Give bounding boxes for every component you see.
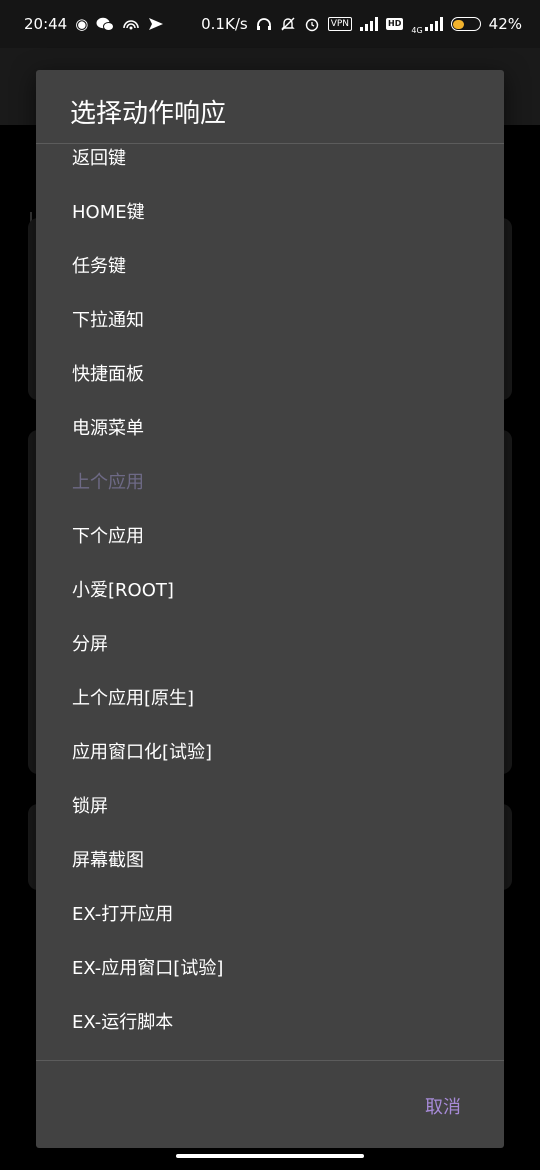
option-item[interactable]: 分屏 xyxy=(36,616,504,670)
cancel-button[interactable]: 取消 xyxy=(410,1088,476,1124)
option-label: EX-应用窗口[试验] xyxy=(72,958,224,979)
option-item[interactable]: 屏幕截图 xyxy=(36,832,504,886)
send-icon xyxy=(148,17,164,31)
option-item[interactable]: 小爱[ROOT] xyxy=(36,562,504,616)
option-label: 电源菜单 xyxy=(72,418,144,439)
option-label: 分屏 xyxy=(72,634,108,655)
status-bar: 20:44 ◉ 0.1K/s VPN HD 4G 42% xyxy=(0,0,540,48)
option-label: 任务键 xyxy=(72,256,126,277)
hd-badge: HD xyxy=(386,18,404,30)
select-action-dialog: 选择动作响应 返回键 HOME键任务键下拉通知快捷面板电源菜单上个应用下个应用小爱… xyxy=(36,70,504,1148)
option-label: 锁屏 xyxy=(72,796,108,817)
option-item[interactable]: 上个应用[原生] xyxy=(36,670,504,724)
dialog-title: 选择动作响应 xyxy=(70,99,227,129)
option-item[interactable]: 任务键 xyxy=(36,238,504,292)
wechat-icon xyxy=(96,17,115,32)
option-item[interactable]: 快捷面板 xyxy=(36,346,504,400)
option-label: HOME键 xyxy=(72,202,145,223)
status-bar-left: 20:44 ◉ xyxy=(24,15,164,33)
weibo-icon: ◉ xyxy=(75,14,89,33)
option-label: 屏幕截图 xyxy=(72,850,144,871)
signal-icon xyxy=(360,17,379,31)
hotspot-icon xyxy=(122,17,140,31)
option-label: 上个应用 xyxy=(72,472,144,493)
option-label: EX-打开应用 xyxy=(72,904,174,925)
battery-fill xyxy=(453,19,464,29)
option-label: 应用窗口化[试验] xyxy=(72,742,213,763)
vpn-badge: VPN xyxy=(327,17,353,31)
option-item[interactable]: EX-打开应用 xyxy=(36,886,504,940)
headphones-icon xyxy=(256,17,272,31)
option-label: 小爱[ROOT] xyxy=(72,580,174,601)
battery-icon xyxy=(450,17,481,31)
option-item[interactable]: 下拉通知 xyxy=(36,292,504,346)
option-label: 快捷面板 xyxy=(72,364,144,385)
option-item[interactable]: 返回键 xyxy=(36,144,504,184)
alarm-icon xyxy=(304,16,320,32)
options-list[interactable]: 返回键 HOME键任务键下拉通知快捷面板电源菜单上个应用下个应用小爱[ROOT] 分… xyxy=(36,144,504,1060)
option-item[interactable]: 锁屏 xyxy=(36,778,504,832)
option-label: 下个应用 xyxy=(72,526,144,547)
battery-percent: 42% xyxy=(488,15,522,33)
option-label: 返回键 xyxy=(72,148,126,169)
network-type: 4G xyxy=(411,26,423,35)
option-item[interactable]: EX-应用窗口[试验] xyxy=(36,940,504,994)
net-speed: 0.1K/s xyxy=(201,15,248,33)
status-bar-right: 0.1K/s VPN HD 4G 42% xyxy=(201,13,522,35)
option-item[interactable]: HOME键 xyxy=(36,184,504,238)
option-item[interactable]: 电源菜单 xyxy=(36,400,504,454)
option-item[interactable]: 下个应用 xyxy=(36,508,504,562)
status-time: 20:44 xyxy=(24,15,68,33)
signal-icon-2 xyxy=(424,17,443,31)
option-label: EX-运行脚本 xyxy=(72,1012,174,1033)
option-label: 下拉通知 xyxy=(72,310,144,331)
actions-divider xyxy=(36,1060,504,1061)
screen: 20:44 ◉ 0.1K/s VPN HD 4G 42% 选择动作响应 返回键 … xyxy=(0,0,540,1170)
option-item[interactable]: 应用窗口化[试验] xyxy=(36,724,504,778)
option-item[interactable]: EX-运行脚本 xyxy=(36,994,504,1048)
home-indicator[interactable] xyxy=(176,1154,364,1158)
option-label: 上个应用[原生] xyxy=(72,688,195,709)
option-item: 上个应用 xyxy=(36,454,504,508)
mute-icon xyxy=(280,16,296,32)
